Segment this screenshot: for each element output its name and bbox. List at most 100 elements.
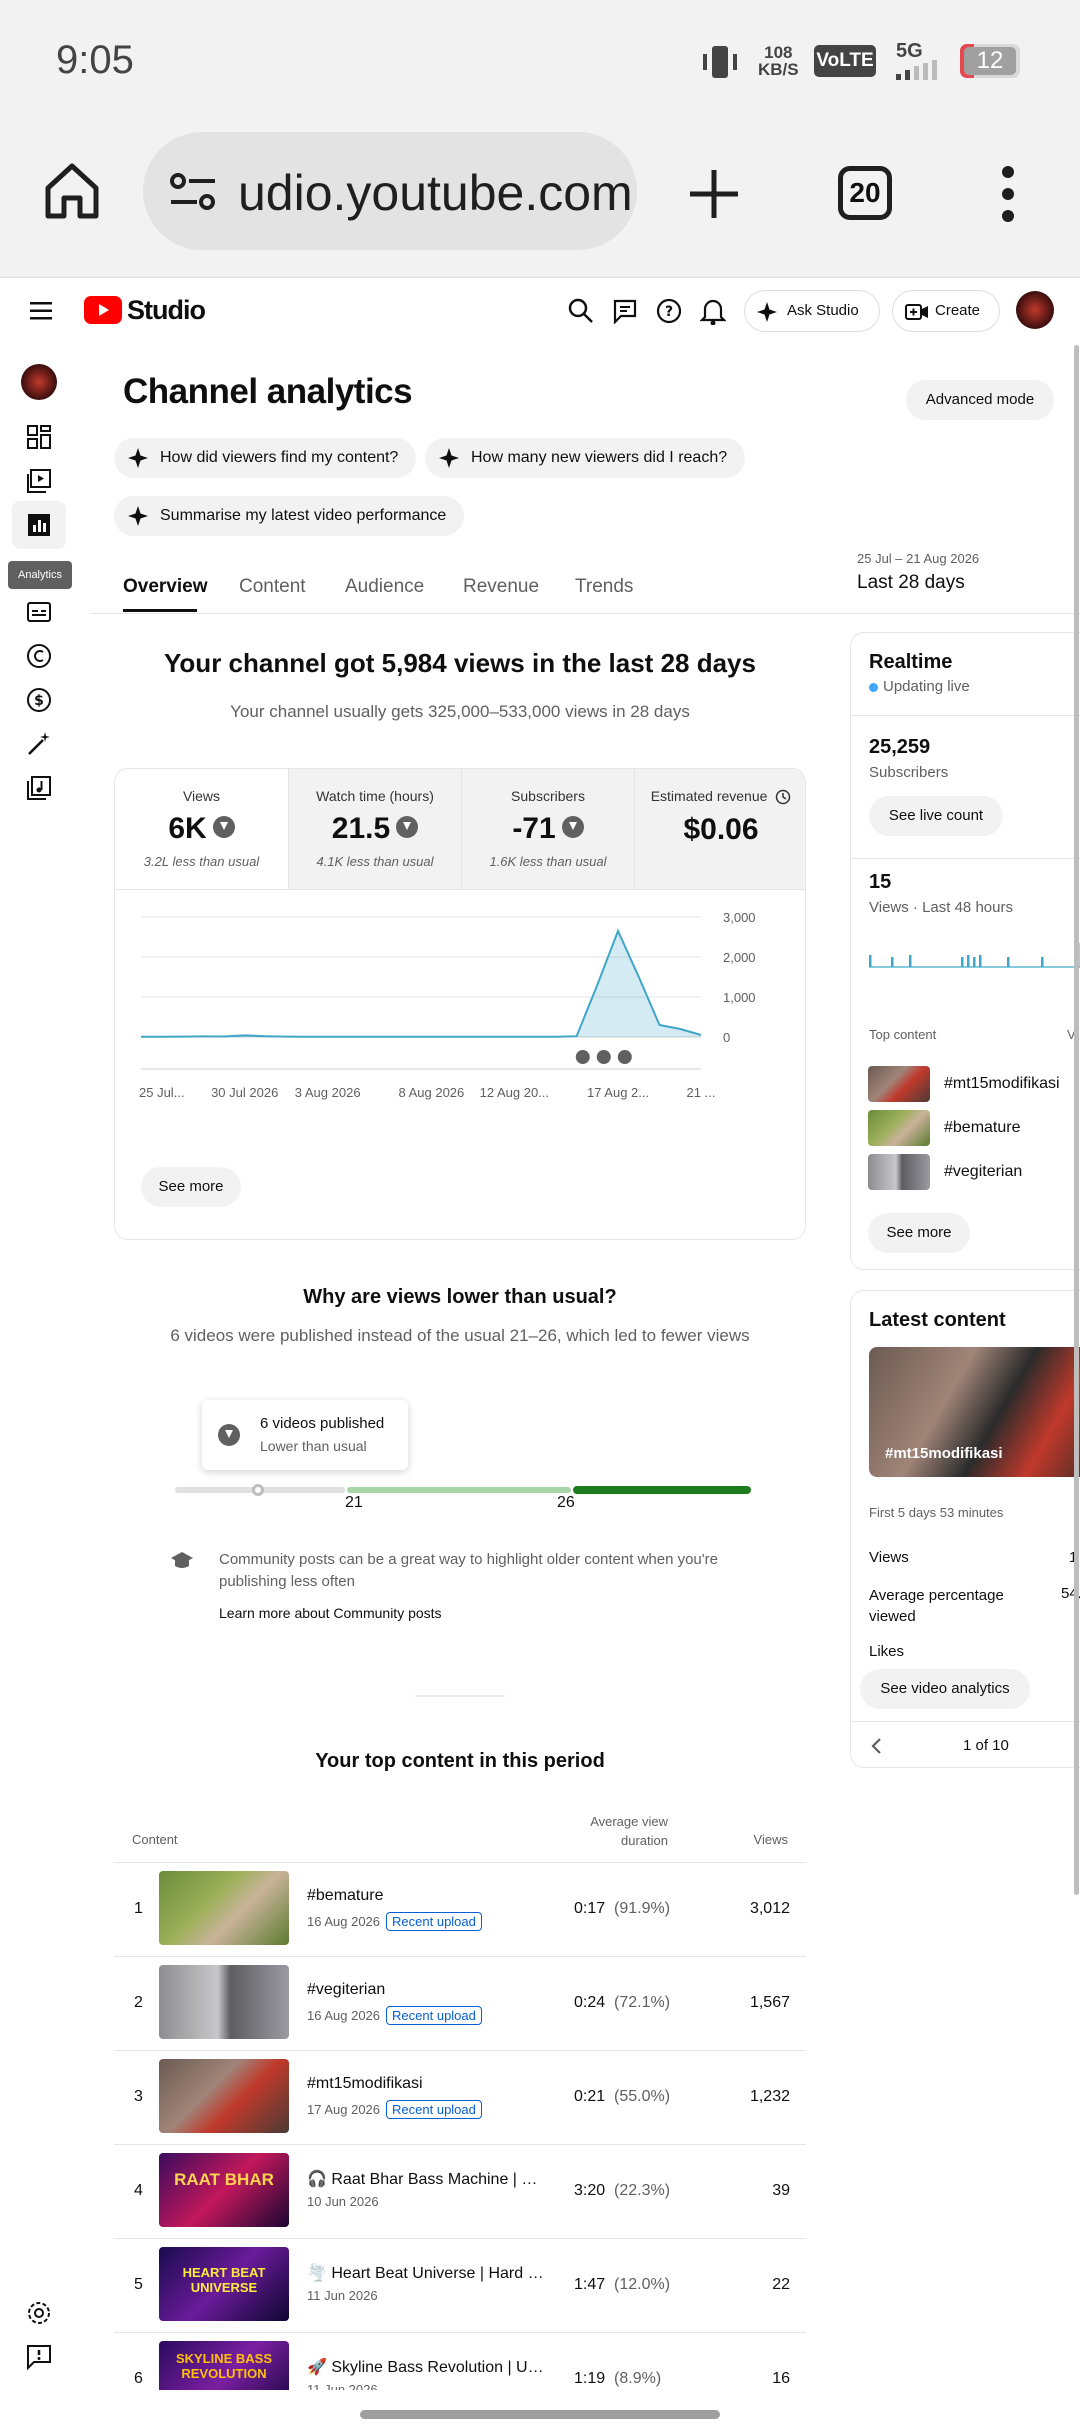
published-video-marker-icon[interactable] (575, 1050, 590, 1064)
metric-value: -71 (512, 812, 556, 845)
metric-value: $0.06 (683, 813, 759, 847)
realtime-bars-chart[interactable] (869, 929, 1080, 969)
suggestion-chip-latest-performance[interactable]: Summarise my latest video performance (114, 496, 465, 536)
tab-switcher-button[interactable]: 20 (838, 166, 892, 220)
realtime-thumbnail[interactable] (868, 1110, 930, 1146)
search-icon[interactable] (568, 298, 594, 324)
svg-text:$: $ (34, 693, 44, 709)
community-learn-more-link[interactable]: Learn more about Community posts (219, 1605, 442, 1621)
youtube-logo-icon[interactable] (84, 296, 122, 324)
video-thumbnail[interactable]: RAAT BHAR (159, 2153, 289, 2227)
video-date: 16 Aug 2026 (307, 2008, 381, 2023)
realtime-thumbnail[interactable] (868, 1154, 930, 1190)
row-rank: 4 (134, 2182, 143, 2199)
table-row[interactable]: 6 SKYLINE BASS REVOLUTION 🚀 Skyline Bass… (114, 2332, 806, 2390)
tab-revenue[interactable]: Revenue (463, 576, 539, 598)
create-button[interactable]: Create (892, 290, 1000, 332)
metric-subscribers[interactable]: Subscribers -71 1.6K less than usual (461, 769, 634, 889)
realtime-top-item[interactable]: #bemature (944, 1119, 1021, 1137)
live-dot (869, 683, 878, 692)
see-live-count-button[interactable]: See live count (869, 796, 1003, 836)
metric-views[interactable]: Views 6K 3.2L less than usual (115, 769, 288, 889)
chart-area-fill (141, 931, 701, 1037)
col-header-views: Views (753, 1832, 788, 1847)
metric-estimated-revenue[interactable]: Estimated revenue $0.06 (634, 769, 805, 889)
avg-duration: 1:19 (574, 2370, 606, 2387)
content-icon[interactable] (25, 467, 53, 495)
video-title[interactable]: #bemature (307, 1887, 547, 1905)
realtime-see-more-button[interactable]: See more (868, 1213, 970, 1253)
settings-gear-icon[interactable] (25, 2299, 53, 2327)
hamburger-menu-icon[interactable] (30, 301, 54, 321)
home-icon[interactable] (44, 162, 100, 220)
tab-audience[interactable]: Audience (345, 576, 424, 598)
channel-avatar[interactable] (21, 364, 57, 400)
realtime-thumbnail[interactable] (868, 1066, 930, 1102)
suggestion-chip-find-content[interactable]: How did viewers find my content? (114, 438, 417, 478)
feedback-comments-icon[interactable] (612, 298, 638, 324)
send-feedback-icon[interactable] (25, 2343, 53, 2371)
recent-upload-badge: Recent upload (386, 1912, 482, 1931)
site-settings-icon[interactable] (169, 172, 217, 212)
video-title[interactable]: #mt15modifikasi (307, 2075, 547, 2093)
tab-overview[interactable]: Overview (123, 576, 208, 598)
dashboard-icon[interactable] (25, 423, 53, 451)
gesture-navigation-bar[interactable] (360, 2410, 720, 2419)
views-chart[interactable]: 3,000 2,000 1,000 0 25 Jul... 30 Jul 2026 3 Au… (115, 889, 806, 1149)
advanced-mode-button[interactable]: Advanced mode (906, 380, 1054, 420)
sparkle-icon (128, 506, 148, 526)
thumbnail-text: HEART BEAT UNIVERSE (182, 2265, 266, 2295)
realtime-top-item[interactable]: #vegiterian (944, 1163, 1022, 1181)
video-thumbnail[interactable] (159, 2059, 289, 2133)
copyright-icon[interactable] (25, 642, 53, 670)
table-row[interactable]: 1 #bemature 16 Aug 2026 Recent upload 0:1… (114, 1862, 806, 1956)
table-row[interactable]: 4 RAAT BHAR 🎧 Raat Bhar Bass Machine | H… (114, 2144, 806, 2238)
row-views: 3,012 (749, 1900, 790, 1917)
volte-badge: VoLTE (814, 45, 876, 77)
customization-wand-icon[interactable] (25, 730, 53, 758)
see-more-button[interactable]: See more (141, 1167, 241, 1207)
address-bar[interactable]: udio.youtube.com (143, 132, 637, 250)
chart-y-tick-label: 0 (723, 1030, 730, 1045)
page-scrollbar[interactable] (1074, 345, 1079, 1895)
video-thumbnail[interactable]: HEART BEAT UNIVERSE (159, 2247, 289, 2321)
ask-studio-button[interactable]: Ask Studio (744, 290, 880, 332)
video-title[interactable]: 🚀 Skyline Bass Revolution | Ultr... (307, 2357, 547, 2377)
latest-video-thumbnail[interactable]: #mt15modifikasi (869, 1347, 1080, 1477)
video-thumbnail[interactable] (159, 1871, 289, 1945)
published-video-marker-icon[interactable] (596, 1050, 611, 1064)
published-tooltip: 6 videos published Lower than usual (202, 1400, 408, 1470)
video-title[interactable]: #vegiterian (307, 1981, 547, 1999)
subtitles-icon[interactable] (25, 598, 53, 626)
new-tab-icon[interactable] (688, 168, 740, 220)
col-header-avg-duration: Average view duration (590, 1814, 668, 1848)
video-camera-plus-icon (905, 304, 928, 320)
date-range-picker[interactable]: Last 28 days (857, 572, 965, 594)
tab-content[interactable]: Content (239, 576, 306, 598)
table-row[interactable]: 3 #mt15modifikasi 17 Aug 2026 Recent uplo… (114, 2050, 806, 2144)
published-video-marker-icon[interactable] (617, 1050, 632, 1064)
audio-library-icon[interactable] (25, 774, 53, 802)
table-row[interactable]: 2 #vegiterian 16 Aug 2026 Recent upload 0… (114, 1956, 806, 2050)
metric-watch-time[interactable]: Watch time (hours) 21.5 4.1K less than u… (288, 769, 461, 889)
notifications-bell-icon[interactable] (700, 297, 726, 325)
video-thumbnail[interactable] (159, 1965, 289, 2039)
studio-logo-text[interactable]: Studio (127, 295, 206, 326)
suggestion-chip-new-viewers[interactable]: How many new viewers did I reach? (425, 438, 746, 478)
more-menu-icon[interactable] (996, 164, 1020, 224)
browser-toolbar: udio.youtube.com 20 (0, 120, 1080, 278)
video-title[interactable]: 🌪️ Heart Beat Universe | Hard Dh... (307, 2263, 547, 2283)
help-icon[interactable]: ? (656, 298, 682, 324)
latest-content-title: Latest content (869, 1309, 1006, 1331)
video-title[interactable]: 🎧 Raat Bhar Bass Machine | Har... (307, 2169, 547, 2189)
table-row[interactable]: 5 HEART BEAT UNIVERSE 🌪️ Heart Beat Univ… (114, 2238, 806, 2332)
chevron-left-icon[interactable] (869, 1737, 885, 1755)
realtime-top-item[interactable]: #mt15modifikasi (944, 1075, 1060, 1093)
tab-trends[interactable]: Trends (575, 576, 633, 598)
see-video-analytics-button[interactable]: See video analytics (860, 1669, 1030, 1709)
chart-x-tick-label: 3 Aug 2026 (295, 1085, 361, 1100)
account-avatar[interactable] (1016, 291, 1054, 329)
earn-dollar-icon[interactable]: $ (25, 686, 53, 714)
video-thumbnail[interactable]: SKYLINE BASS REVOLUTION (159, 2341, 289, 2390)
sidebar-item-analytics[interactable] (12, 501, 66, 549)
